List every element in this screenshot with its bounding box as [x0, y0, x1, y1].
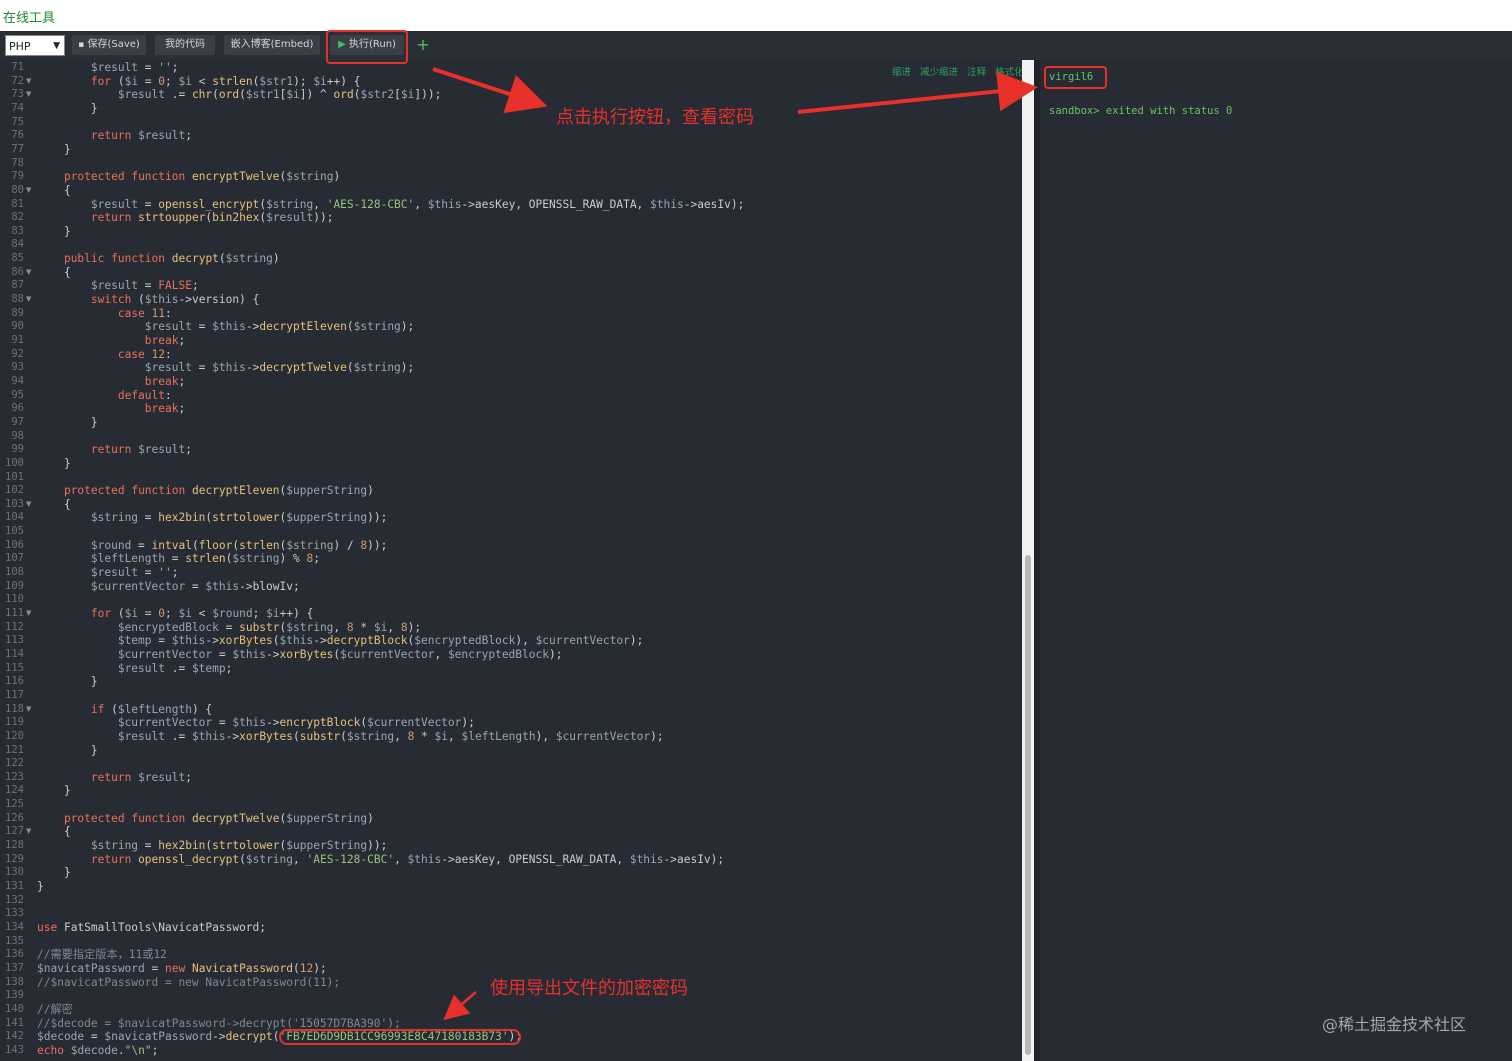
arrow-to-encrypted-string	[443, 991, 477, 1021]
annotation-arrows	[432, 67, 1038, 1021]
arrow-to-output	[797, 71, 1038, 114]
arrow-to-run-hint	[432, 67, 548, 114]
watermark: @稀土掘金技术社区	[1322, 1015, 1467, 1034]
